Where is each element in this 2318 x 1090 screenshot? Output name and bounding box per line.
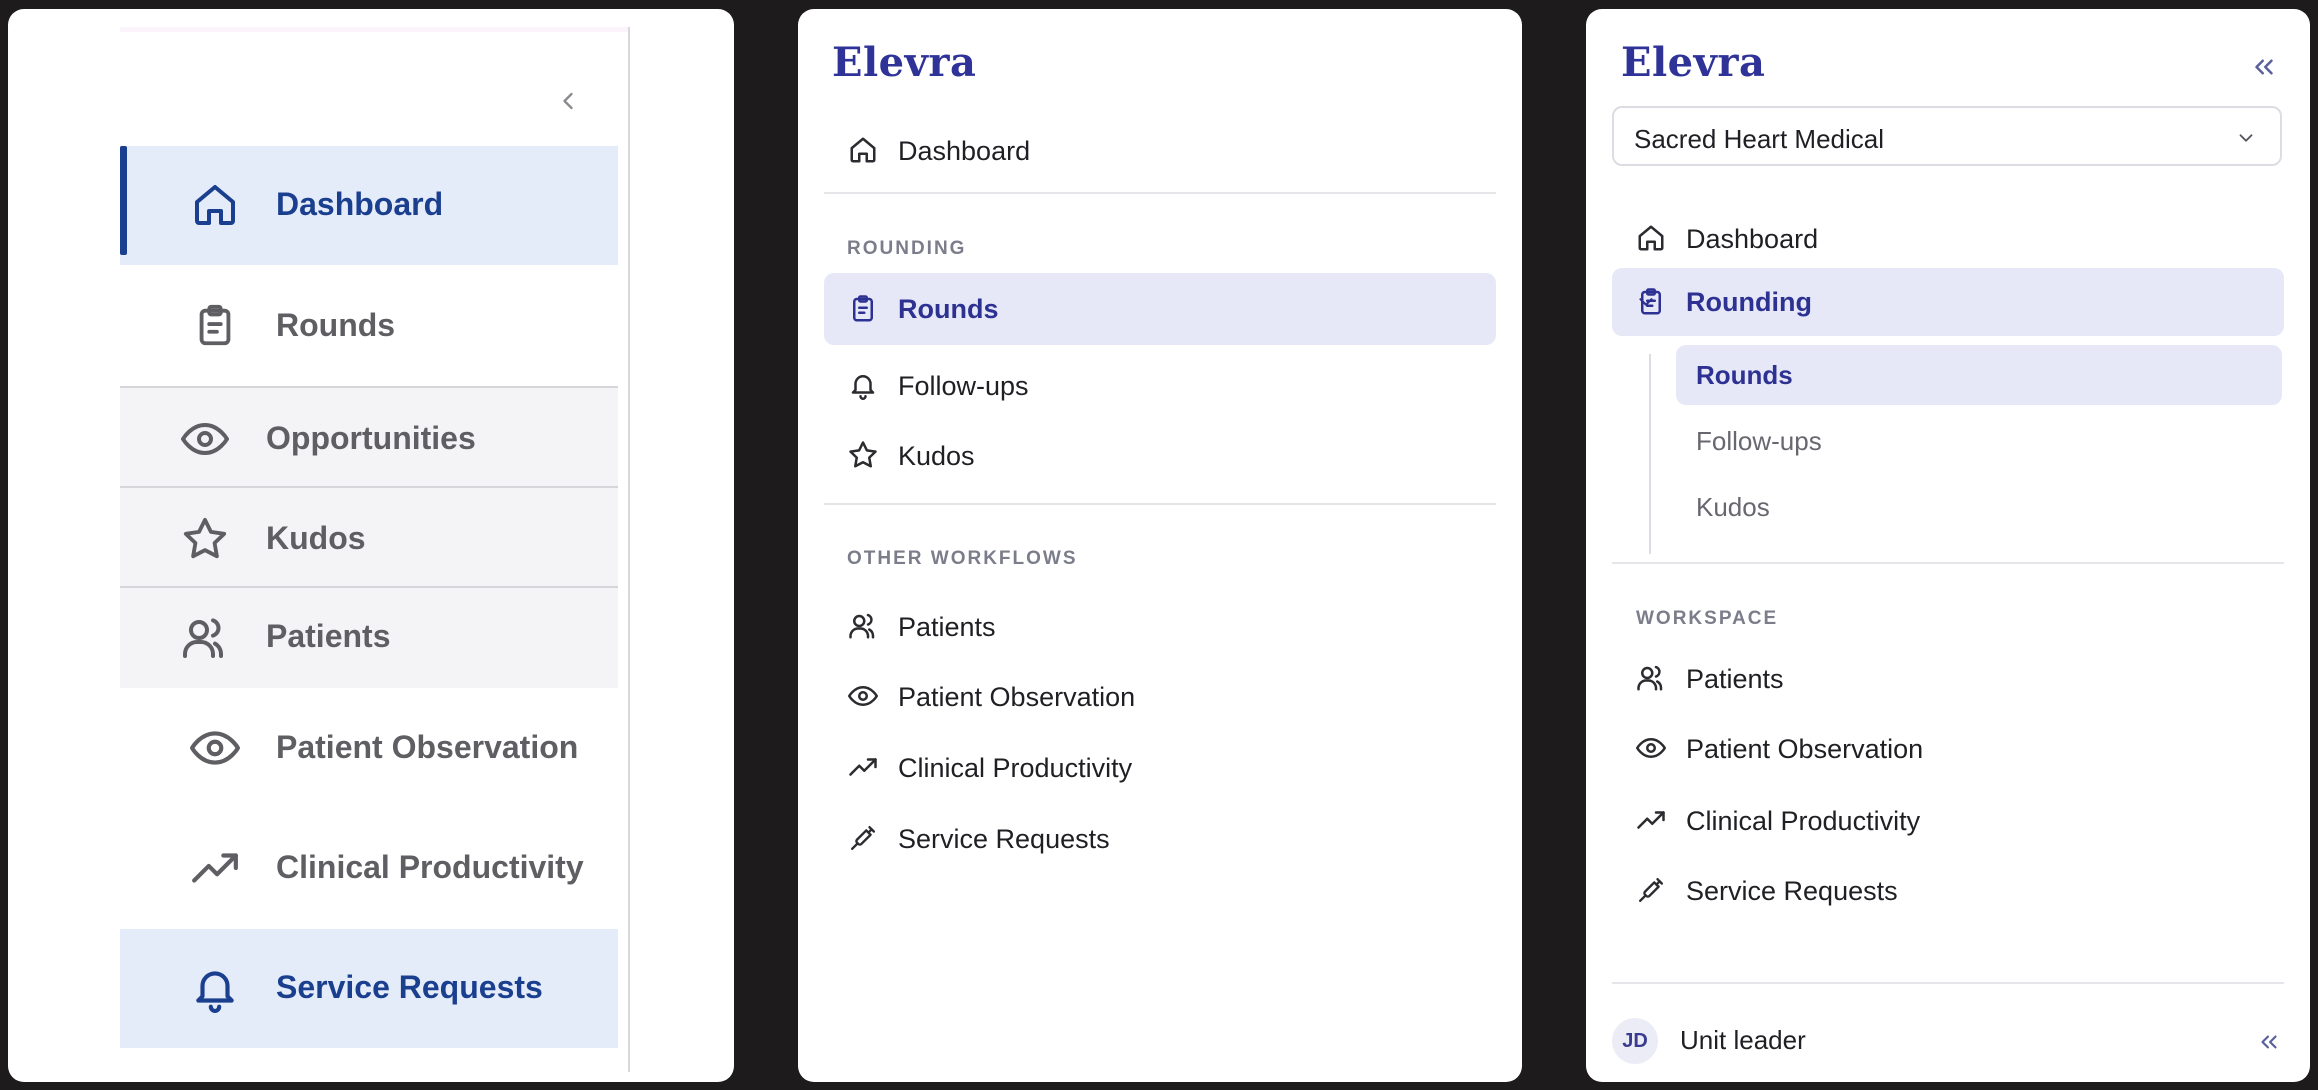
eye-icon (180, 414, 230, 464)
sidebar-subitem-rounds[interactable]: Rounds (1676, 345, 2282, 405)
sidebar-item-label: Patients (898, 612, 996, 642)
sidebar-item-service-requests[interactable]: Service Requests (824, 807, 1496, 869)
sidebar-item-patient-observation[interactable]: Patient Observation (120, 689, 618, 807)
syringe-icon (846, 821, 880, 855)
trending-up-icon (846, 750, 880, 784)
users-icon (180, 613, 230, 663)
bell-icon (190, 963, 240, 1013)
home-icon (190, 180, 240, 230)
sidebar-group-rounding[interactable]: Rounding (1612, 268, 2284, 336)
sidebar-item-label: Patient Observation (276, 729, 579, 765)
trending-up-icon (1634, 803, 1668, 837)
sidebar-item-follow-ups[interactable]: Follow-ups (824, 354, 1496, 416)
active-indicator (120, 146, 127, 255)
sidebar-item-label: Kudos (266, 520, 366, 556)
sidebar-subitem-kudos[interactable]: Kudos (1676, 477, 2282, 537)
sidebar-item-opportunities[interactable]: Opportunities (120, 386, 618, 488)
bell-icon (846, 368, 880, 402)
sidebar-item-patient-observation[interactable]: Patient Observation (824, 665, 1496, 727)
sidebar-item-kudos[interactable]: Kudos (120, 486, 618, 588)
organization-select-value: Sacred Heart Medical (1634, 124, 1884, 154)
sidebar-item-patient-observation[interactable]: Patient Observation (1612, 717, 2284, 779)
sidebar-item-service-requests[interactable]: Service Requests (120, 929, 618, 1048)
sidebar-item-rounds[interactable]: Rounds (824, 273, 1496, 345)
users-icon (1634, 661, 1668, 695)
logo: Elevra (1621, 39, 1766, 86)
sidebar-panel-legacy: Dashboard Rounds Opportunities Kudos Pat… (8, 9, 734, 1082)
sidebar-item-patients[interactable]: Patients (120, 588, 618, 688)
sidebar-item-rounds[interactable]: Rounds (120, 267, 618, 385)
sidebar-item-service-requests[interactable]: Service Requests (1612, 859, 2284, 921)
sidebar-subitem-follow-ups[interactable]: Follow-ups (1676, 411, 2282, 471)
user-role: Unit leader (1680, 1025, 1806, 1055)
sidebar-item-label: Clinical Productivity (898, 753, 1133, 783)
sidebar-item-dashboard[interactable]: Dashboard (120, 146, 618, 265)
star-icon (180, 514, 230, 564)
divider (1612, 562, 2284, 564)
divider (1612, 982, 2284, 984)
sidebar-item-kudos[interactable]: Kudos (824, 424, 1496, 486)
sidebar-item-label: Follow-ups (898, 371, 1029, 401)
star-icon (846, 438, 880, 472)
section-heading-rounding: ROUNDING (847, 238, 967, 259)
sidebar-item-patients[interactable]: Patients (1612, 647, 2284, 709)
home-icon (1634, 221, 1668, 255)
sidebar-item-label: Service Requests (276, 969, 543, 1005)
chevron-down-icon (1634, 290, 1658, 314)
sidebar-item-label: Service Requests (898, 824, 1110, 854)
sidebar-subitem-label: Kudos (1696, 492, 1770, 522)
clipboard-icon (846, 292, 880, 326)
sidebar-panel-collapsible: Elevra Sacred Heart Medical Dashboard Ro… (1586, 9, 2310, 1082)
divider (824, 192, 1496, 194)
chevron-down-icon (2234, 126, 2258, 150)
sidebar-item-label: Clinical Productivity (276, 849, 584, 885)
sidebar-item-label: Dashboard (1686, 224, 1819, 254)
chevron-left-icon[interactable] (550, 83, 586, 119)
eye-icon (190, 723, 240, 773)
sidebar-item-clinical-productivity[interactable]: Clinical Productivity (824, 736, 1496, 798)
sidebar-item-dashboard[interactable]: Dashboard (824, 119, 1498, 181)
chevrons-left-icon[interactable] (2252, 1025, 2286, 1059)
sidebar-subitem-label: Follow-ups (1696, 426, 1822, 456)
sidebar-item-label: Patients (266, 618, 391, 654)
logo: Elevra (832, 39, 977, 86)
chevrons-left-icon[interactable] (2246, 49, 2282, 85)
sidebar-item-label: Rounds (898, 294, 999, 324)
submenu-guide-line (1649, 354, 1651, 554)
section-heading-workspace: WORKSPACE (1636, 608, 1779, 629)
eye-icon (846, 679, 880, 713)
sidebar-item-label: Patient Observation (898, 682, 1136, 712)
sidebar-item-label: Opportunities (266, 420, 476, 456)
sidebar-panel-sectioned: Elevra Dashboard ROUNDING Rounds Follow-… (798, 9, 1522, 1082)
sidebar-item-label: Dashboard (898, 136, 1031, 166)
sidebar-item-clinical-productivity[interactable]: Clinical Productivity (1612, 789, 2284, 851)
sidebar-item-label: Rounds (276, 307, 396, 343)
sidebar-group-label: Rounding (1686, 287, 1812, 317)
clipboard-icon (190, 301, 240, 351)
sidebar-item-label: Clinical Productivity (1686, 806, 1921, 836)
sidebar-item-dashboard[interactable]: Dashboard (1612, 207, 2284, 269)
eye-icon (1634, 731, 1668, 765)
sidebar-item-patients[interactable]: Patients (824, 595, 1496, 657)
sidebar-item-label: Kudos (898, 441, 975, 471)
users-icon (846, 609, 880, 643)
top-divider (120, 27, 628, 32)
sidebar-item-label: Patients (1686, 664, 1784, 694)
syringe-icon (1634, 873, 1668, 907)
avatar[interactable]: JD (1612, 1018, 1658, 1064)
divider (824, 503, 1496, 505)
home-icon (846, 133, 880, 167)
sidebar-item-clinical-productivity[interactable]: Clinical Productivity (120, 809, 618, 927)
sidebar-item-label: Patient Observation (1686, 734, 1924, 764)
sidebar-subitem-label: Rounds (1696, 360, 1793, 390)
section-heading-other-workflows: OTHER WORKFLOWS (847, 548, 1078, 569)
trending-up-icon (190, 843, 240, 893)
sidebar-item-label: Dashboard (276, 186, 444, 222)
sidebar-item-label: Service Requests (1686, 876, 1898, 906)
organization-select[interactable]: Sacred Heart Medical (1612, 106, 2282, 166)
